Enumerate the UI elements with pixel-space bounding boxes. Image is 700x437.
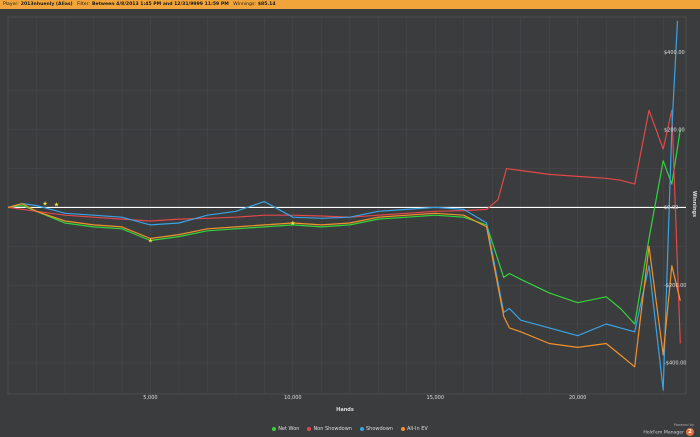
y-tick-label: $400.00: [664, 50, 685, 56]
legend-item[interactable]: All-In EV: [400, 426, 428, 432]
hm2-logo-badge: 2: [686, 428, 694, 436]
header-bar: Player: 2013nhuenly (Alias) Filter: Betwee…: [0, 0, 700, 9]
branding: Powered by Hold'em Manager 2: [643, 423, 694, 436]
star-marker-icon: ★: [54, 201, 59, 208]
series-line-net-won: [7, 129, 681, 325]
legend-label: Non Showdown: [313, 426, 352, 432]
x-tick-label: 15,000: [427, 395, 445, 401]
winnings-value: $85.14: [257, 2, 276, 7]
legend-item[interactable]: Net Won: [272, 426, 299, 432]
legend-item[interactable]: Non Showdown: [307, 426, 352, 432]
series-layer: [7, 20, 681, 391]
star-marker-icon: ★: [42, 201, 47, 208]
legend-label: Net Won: [278, 426, 300, 432]
product-name: Hold'em Manager: [643, 430, 684, 436]
player-value[interactable]: 2013nhuenly (Alias): [19, 2, 73, 7]
powered-by-text: Powered by: [673, 423, 694, 427]
y-tick-label: $200.00: [664, 128, 685, 134]
legend-item[interactable]: Showdown: [359, 426, 393, 432]
legend-swatch-icon: [359, 426, 364, 431]
filter-value[interactable]: Between 4/8/2013 1:45 PM and 12/31/9999 …: [90, 2, 229, 7]
chart-grid: [7, 16, 687, 395]
x-tick-label: 10,000: [284, 395, 302, 401]
legend-label: Showdown: [365, 426, 393, 432]
winnings-chart: ★ ★ ★ ★ 5,000 10,000 15,000 20,000 $400.00 $200.…: [7, 16, 697, 413]
x-tick-label: 20,000: [569, 395, 587, 401]
legend-swatch-icon: [272, 426, 277, 431]
x-tick-label: 5,000: [143, 395, 157, 401]
player-label: Player:: [3, 2, 19, 7]
star-marker-icon: ★: [290, 220, 295, 227]
series-line-non-showdown: [7, 109, 681, 344]
legend-label: All-In EV: [406, 426, 428, 432]
series-line-showdown: [7, 20, 679, 391]
x-axis-label: Hands: [336, 407, 354, 413]
chart-legend: Net Won Non Showdown Showdown All-In EV: [0, 426, 700, 436]
winnings-label: Winnings:: [233, 2, 256, 7]
y-tick-label: -$400.00: [664, 361, 686, 367]
y-tick-label: $0.00: [664, 205, 678, 211]
y-tick-label: -$200.00: [664, 283, 686, 289]
legend-swatch-icon: [400, 426, 405, 431]
star-marker-icon: ★: [148, 237, 153, 244]
y-axis-label: Winnings: [691, 191, 697, 217]
legend-swatch-icon: [307, 426, 312, 431]
filter-label: Filter:: [77, 2, 90, 7]
plot-frame: [7, 16, 687, 395]
tick-layer: 5,000 10,000 15,000 20,000 $400.00 $200.00 $0.…: [143, 50, 686, 401]
